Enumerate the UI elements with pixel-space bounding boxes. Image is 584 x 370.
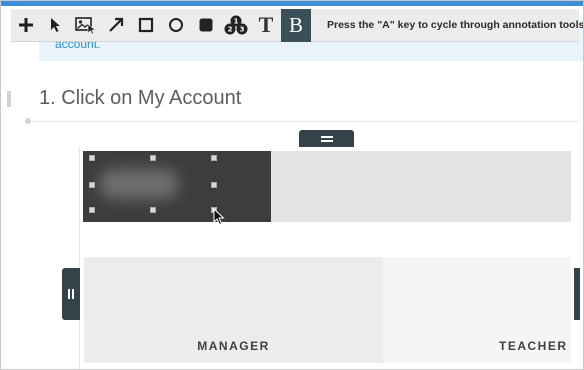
resize-handle-left[interactable] xyxy=(62,268,80,320)
text-tool-button[interactable]: T xyxy=(251,9,281,42)
grip-icon xyxy=(68,289,74,299)
top-accent-bar xyxy=(1,1,583,6)
divider-line xyxy=(31,121,579,122)
annotation-toolbar: 1 2 3 T B Press the "A" key to cycle thr… xyxy=(11,8,583,42)
selection-handle-top[interactable] xyxy=(150,155,156,161)
image-select-icon xyxy=(75,17,96,34)
rectangle-tool-button[interactable] xyxy=(131,9,161,42)
screenshot-frame: account. 1. Click on My Account MANAGER … xyxy=(0,0,584,370)
pointer-arrow-icon xyxy=(51,18,60,32)
selection-handle-top-right[interactable] xyxy=(211,155,217,161)
numbered-steps-icon: 1 2 3 xyxy=(224,15,248,35)
diagonal-arrow-icon xyxy=(109,17,124,32)
selection-handle-right[interactable] xyxy=(211,182,217,188)
rectangle-icon xyxy=(138,17,154,33)
toolbar-hint: Press the "A" key to cycle through annot… xyxy=(327,19,584,31)
selection-handle-left[interactable] xyxy=(89,182,95,188)
steps-tool-button[interactable]: 1 2 3 xyxy=(221,9,251,42)
blurred-content xyxy=(99,169,179,199)
manager-card[interactable]: MANAGER xyxy=(84,257,383,363)
text-tool-icon: T xyxy=(258,12,274,37)
selection-handle-top-left[interactable] xyxy=(89,155,95,161)
svg-text:2: 2 xyxy=(228,26,233,34)
mouse-cursor-icon xyxy=(213,208,225,226)
image-tool-button[interactable] xyxy=(71,9,101,42)
manager-label: MANAGER xyxy=(197,339,270,353)
gutter-marker xyxy=(7,91,11,107)
svg-text:1: 1 xyxy=(234,18,239,26)
selection-handle-bottom-left[interactable] xyxy=(89,207,95,213)
teacher-label: TEACHER xyxy=(499,339,568,353)
add-tool-button[interactable] xyxy=(11,9,41,42)
circle-tool-button[interactable] xyxy=(161,9,191,42)
selection-handle-bottom[interactable] xyxy=(150,207,156,213)
resize-handle-right[interactable] xyxy=(574,268,580,320)
header-region xyxy=(271,151,571,222)
svg-text:3: 3 xyxy=(240,26,245,34)
circle-icon xyxy=(169,18,183,32)
arrow-tool-button[interactable] xyxy=(101,9,131,42)
fill-tool-button[interactable] xyxy=(191,9,221,42)
blur-tool-button[interactable]: B xyxy=(281,8,311,42)
drag-bars-icon xyxy=(320,135,333,143)
teacher-card[interactable]: TEACHER xyxy=(383,257,571,363)
blur-tool-icon: B xyxy=(288,12,303,37)
select-tool-button[interactable] xyxy=(41,9,71,42)
plus-icon xyxy=(19,18,33,32)
blur-region[interactable] xyxy=(83,151,271,222)
block-drag-handle[interactable] xyxy=(299,130,354,148)
step-heading: 1. Click on My Account xyxy=(39,87,242,109)
filled-square-icon xyxy=(199,18,213,32)
